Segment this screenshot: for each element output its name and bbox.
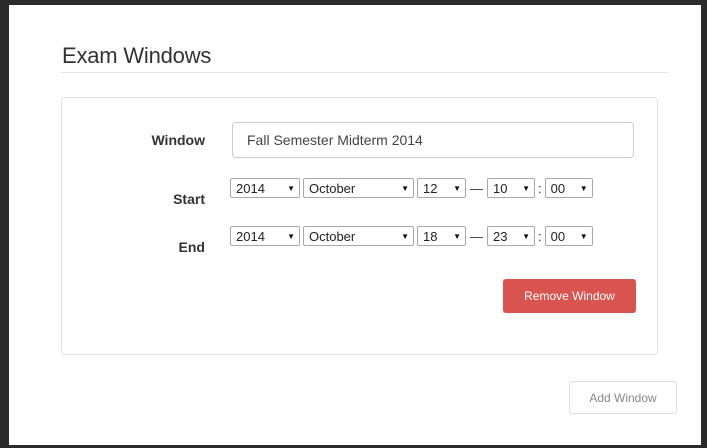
start-label: Start <box>173 191 205 207</box>
end-month-select[interactable]: October ▼ <box>303 226 414 246</box>
end-minute-value: 00 <box>550 228 566 244</box>
start-month-value: October <box>309 180 356 196</box>
chevron-down-icon: ▼ <box>579 183 588 193</box>
end-month-value: October <box>309 228 356 244</box>
start-datetime-row: 2014 ▼ October ▼ 12 ▼ — 10 ▼ : 00 ▼ <box>230 177 596 199</box>
chevron-down-icon: ▼ <box>287 183 295 193</box>
page-title: Exam Windows <box>62 43 212 68</box>
end-year-value: 2014 <box>236 228 265 244</box>
start-hour-select[interactable]: 10 ▼ <box>487 178 535 198</box>
chevron-down-icon: ▼ <box>401 183 409 193</box>
date-time-separator: — <box>470 228 483 244</box>
window-label: Window <box>151 132 205 148</box>
title-divider <box>61 72 668 73</box>
start-minute-value: 00 <box>550 180 566 196</box>
chevron-down-icon: ▼ <box>401 231 409 241</box>
time-colon: : <box>538 180 542 196</box>
end-day-select[interactable]: 18 ▼ <box>417 226 466 246</box>
end-label: End <box>178 239 205 255</box>
end-hour-select[interactable]: 23 ▼ <box>487 226 535 246</box>
chevron-down-icon: ▼ <box>287 231 295 241</box>
end-day-value: 18 <box>423 228 438 244</box>
start-year-select[interactable]: 2014 ▼ <box>230 178 300 198</box>
start-day-select[interactable]: 12 ▼ <box>417 178 466 198</box>
chevron-down-icon: ▼ <box>579 231 588 241</box>
time-colon: : <box>538 228 542 244</box>
chevron-down-icon: ▼ <box>453 183 461 193</box>
chevron-down-icon: ▼ <box>522 231 530 241</box>
exam-windows-panel: Exam Windows Window Fall Semester Midter… <box>9 5 701 445</box>
chevron-down-icon: ▼ <box>522 183 530 193</box>
add-window-button[interactable]: Add Window <box>569 381 677 414</box>
start-hour-value: 10 <box>493 180 508 196</box>
end-year-select[interactable]: 2014 ▼ <box>230 226 300 246</box>
end-datetime-row: 2014 ▼ October ▼ 18 ▼ — 23 ▼ : 00 ▼ <box>230 225 596 247</box>
start-month-select[interactable]: October ▼ <box>303 178 414 198</box>
chevron-down-icon: ▼ <box>453 231 461 241</box>
remove-window-button[interactable]: Remove Window <box>503 279 636 313</box>
exam-window-card: Window Fall Semester Midterm 2014 Start … <box>61 97 658 355</box>
date-time-separator: — <box>470 180 483 196</box>
start-minute-select[interactable]: 00 ▼ <box>544 178 593 198</box>
start-year-value: 2014 <box>236 180 265 196</box>
end-hour-value: 23 <box>493 228 508 244</box>
start-day-value: 12 <box>423 180 438 196</box>
end-minute-select[interactable]: 00 ▼ <box>544 226 593 246</box>
window-name-input[interactable]: Fall Semester Midterm 2014 <box>232 122 634 158</box>
